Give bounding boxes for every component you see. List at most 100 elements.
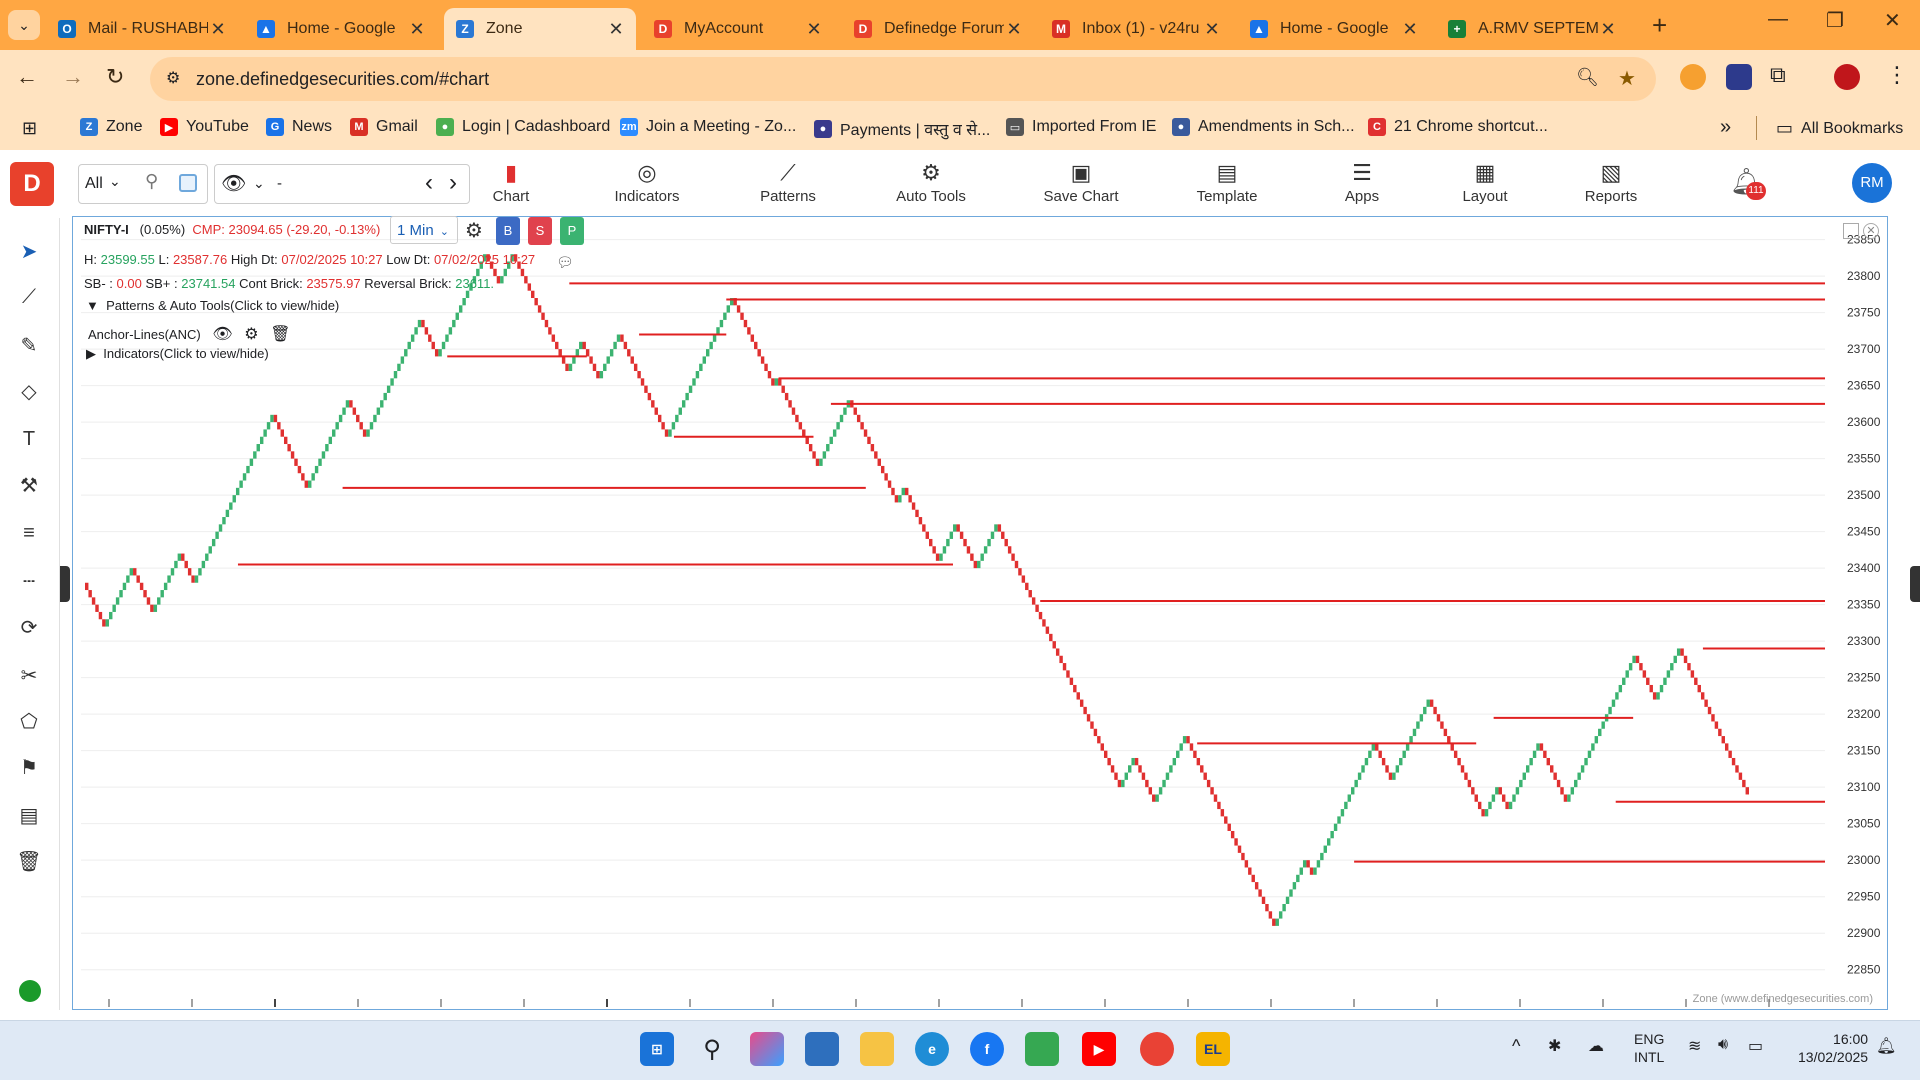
trash-icon[interactable]: 🗑︎ <box>12 844 46 878</box>
bookmark-item[interactable]: M Gmail <box>350 118 418 136</box>
forward-icon[interactable]: → <box>62 64 84 90</box>
close-tab-icon[interactable]: ✕ <box>208 19 228 40</box>
browser-tab[interactable]: ▲ Home - Google ✕ <box>1238 8 1430 50</box>
bookmark-item[interactable]: zm Join a Meeting - Zo... <box>620 118 796 136</box>
collapse-left-handle[interactable] <box>60 566 70 602</box>
chrome-icon[interactable] <box>1140 1032 1174 1066</box>
windows-start-icon[interactable]: ⊞ <box>640 1032 674 1066</box>
bookmark-item[interactable]: ● Login | Cadashboard <box>436 118 610 136</box>
address-bar[interactable]: ⚙ zone.definedgesecurities.com/#chart 🔍︎… <box>150 57 1656 101</box>
ruler-icon[interactable]: ┄ <box>12 564 46 598</box>
back-icon[interactable]: ← <box>16 64 38 90</box>
toolbar-auto-tools-button[interactable]: ⚙ Auto Tools <box>881 158 981 205</box>
bookmark-item[interactable]: ● Amendments in Sch... <box>1172 118 1355 136</box>
prev-arrow-icon[interactable]: ‹ <box>425 169 433 197</box>
cloud-icon[interactable]: ☁ <box>1588 1036 1604 1056</box>
extension-icon[interactable] <box>1680 64 1706 90</box>
browser-tab[interactable]: ▲ Home - Google ✕ <box>245 8 437 50</box>
brush-icon[interactable]: ✎ <box>12 328 46 362</box>
settings-gear-icon[interactable]: ⚙ <box>465 218 483 243</box>
all-bookmarks[interactable]: ▭ All Bookmarks <box>1776 118 1903 139</box>
browser-tab[interactable]: D Definedge Forum ✕ <box>842 8 1034 50</box>
flag-icon[interactable]: ⚑ <box>12 750 46 784</box>
trendline-icon[interactable]: ⟋ <box>12 280 46 314</box>
close-chart-icon[interactable]: ✕ <box>1863 223 1879 239</box>
browser-tab[interactable]: Z Zone ✕ <box>444 8 636 50</box>
bookmark-item[interactable]: Z Zone <box>80 118 142 136</box>
shapes-icon[interactable]: ◇ <box>12 374 46 408</box>
bookmark-item[interactable]: G News <box>266 118 332 136</box>
toolbar-indicators-button[interactable]: ◎ Indicators <box>597 158 697 205</box>
sell-button[interactable]: S <box>528 217 552 245</box>
close-tab-icon[interactable]: ✕ <box>804 19 824 40</box>
copilot-icon[interactable] <box>750 1032 784 1066</box>
close-tab-icon[interactable]: ✕ <box>1400 19 1420 40</box>
browser-tab[interactable]: M Inbox (1) - v24ru ✕ <box>1040 8 1232 50</box>
p-button[interactable]: P <box>560 217 584 245</box>
close-tab-icon[interactable]: ✕ <box>1004 19 1024 40</box>
language-indicator[interactable]: ENG INTL <box>1634 1030 1664 1066</box>
next-arrow-icon[interactable]: › <box>449 169 457 197</box>
close-tab-icon[interactable]: ✕ <box>1202 19 1222 40</box>
close-tab-icon[interactable]: ✕ <box>606 19 626 40</box>
youtube-icon[interactable]: ▶ <box>1082 1032 1116 1066</box>
menu-icon[interactable]: ⋮ <box>1886 62 1908 88</box>
polygon-icon[interactable]: ⬠ <box>12 704 46 738</box>
browser-tab[interactable]: O Mail - RUSHABH ✕ <box>46 8 238 50</box>
browser-tab[interactable]: + A.RMV SEPTEMB ✕ <box>1436 8 1628 50</box>
bookmark-item[interactable]: ▶ YouTube <box>160 118 249 136</box>
toolbar-patterns-button[interactable]: ⟋ Patterns <box>738 158 838 205</box>
tray-app-icon[interactable]: ✱ <box>1548 1036 1561 1056</box>
more-bookmarks-icon[interactable]: » <box>1720 116 1731 139</box>
restore-icon[interactable]: ❐ <box>1826 8 1844 33</box>
edge-icon[interactable]: e <box>915 1032 949 1066</box>
text-icon[interactable]: T <box>12 422 46 456</box>
notification-center-icon[interactable]: 🔔︎ <box>1876 1036 1896 1056</box>
extension-icon[interactable] <box>1726 64 1752 90</box>
definedge-logo[interactable]: D <box>10 162 54 206</box>
widgets-icon[interactable] <box>805 1032 839 1066</box>
volume-icon[interactable]: 🔊︎ <box>1718 1036 1728 1054</box>
renko-chart[interactable]: 2385023800237502370023650236002355023500… <box>73 217 1889 1011</box>
chart-panel[interactable]: 23850 23800 23750 23700 23650 23600 23550 23500… <box>72 216 1888 1010</box>
chat-icon[interactable] <box>1025 1032 1059 1066</box>
battery-icon[interactable]: ▭ <box>1748 1036 1763 1056</box>
eye-toggle-icon[interactable]: 👁︎ <box>221 171 246 196</box>
user-avatar[interactable]: RM <box>1852 163 1892 203</box>
trash-icon[interactable]: 🗑︎ <box>270 326 290 343</box>
bookmark-item[interactable]: ● Payments | वस्तु व से... <box>814 118 990 140</box>
toolbar-layout-button[interactable]: ▦ Layout <box>1435 158 1535 205</box>
parallel-channel-icon[interactable]: ≡ <box>12 516 46 550</box>
magnet-icon[interactable]: ⟳ <box>12 610 46 644</box>
collapse-right-handle[interactable] <box>1910 566 1920 602</box>
interval-select[interactable]: 1 Min ⌄ <box>390 216 458 244</box>
tab-search-button[interactable]: ⌄ <box>8 10 40 40</box>
pattern-icon[interactable]: ✂ <box>12 658 46 692</box>
close-tab-icon[interactable]: ✕ <box>407 19 427 40</box>
buy-button[interactable]: B <box>496 217 520 245</box>
filter-select[interactable]: All <box>85 175 103 193</box>
bookmark-star-icon[interactable]: ★ <box>1618 66 1636 91</box>
new-tab-button[interactable]: + <box>1652 10 1667 41</box>
wifi-icon[interactable]: ≋ <box>1688 1036 1701 1056</box>
bookmark-item[interactable]: ▭ Imported From IE <box>1006 118 1156 136</box>
measure-icon[interactable]: ⚒ <box>12 468 46 502</box>
tray-chevron-icon[interactable]: ^ <box>1512 1036 1520 1057</box>
cursor-icon[interactable]: ➤ <box>12 234 46 268</box>
reload-icon[interactable]: ↻ <box>106 64 124 90</box>
popout-icon[interactable] <box>1843 223 1859 239</box>
minimize-icon[interactable]: — <box>1768 8 1788 31</box>
search-icon[interactable]: ⚲ <box>695 1032 729 1066</box>
close-window-icon[interactable]: ✕ <box>1884 8 1901 33</box>
layers-icon[interactable]: ▤ <box>12 798 46 832</box>
profile-avatar[interactable] <box>1834 64 1860 90</box>
toolbar-template-button[interactable]: ▤ Template <box>1177 158 1277 205</box>
zoom-icon[interactable]: 🔍︎ <box>1576 67 1599 88</box>
select-checkbox[interactable] <box>179 174 197 192</box>
el-app-icon[interactable]: EL <box>1196 1032 1230 1066</box>
comment-icon[interactable]: 💬︎ <box>556 254 574 271</box>
toolbar-reports-button[interactable]: ▧ Reports <box>1561 158 1661 205</box>
toolbar-save-chart-button[interactable]: ▣ Save Chart <box>1031 158 1131 205</box>
search-icon[interactable]: ⚲ <box>145 171 158 192</box>
toolbar-chart-button[interactable]: ▮ Chart <box>461 158 561 205</box>
